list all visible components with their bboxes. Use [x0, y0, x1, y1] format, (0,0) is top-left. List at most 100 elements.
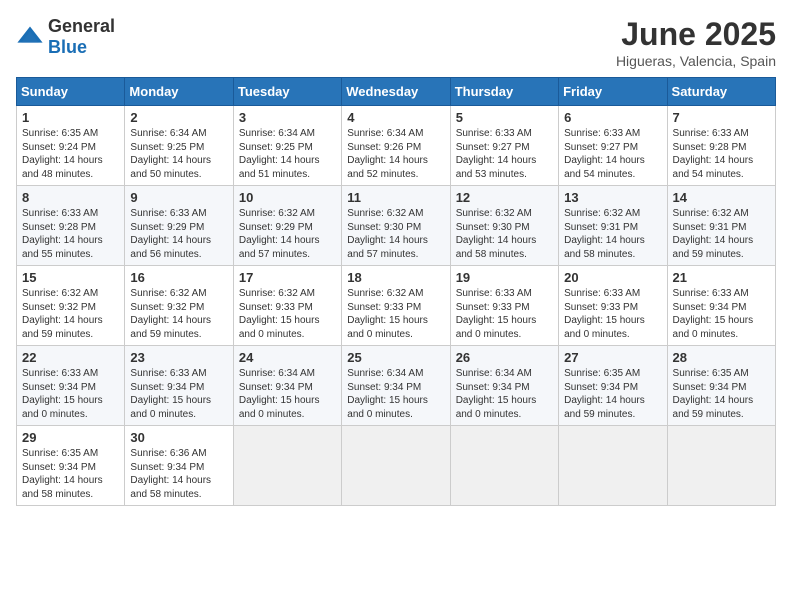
- calendar-cell: 1 Sunrise: 6:35 AMSunset: 9:24 PMDaylight…: [17, 106, 125, 186]
- page-header: General Blue June 2025 Higueras, Valenci…: [16, 16, 776, 69]
- day-number: 24: [239, 350, 336, 365]
- day-info: Sunrise: 6:35 AMSunset: 9:24 PMDaylight:…: [22, 127, 119, 181]
- calendar-cell: 13Sunrise: 6:32 AMSunset: 9:31 PMDayligh…: [559, 186, 667, 266]
- day-number: 18: [347, 270, 444, 285]
- title-area: June 2025 Higueras, Valencia, Spain: [616, 16, 776, 69]
- day-info: Sunrise: 6:32 AMSunset: 9:32 PMDaylight:…: [22, 287, 119, 341]
- calendar-row: 8 Sunrise: 6:33 AMSunset: 9:28 PMDaylight…: [17, 186, 776, 266]
- calendar-cell: [667, 426, 775, 506]
- calendar-cell: 8 Sunrise: 6:33 AMSunset: 9:28 PMDaylight…: [17, 186, 125, 266]
- calendar-cell: 11Sunrise: 6:32 AMSunset: 9:30 PMDayligh…: [342, 186, 450, 266]
- calendar-row: 29 Sunrise: 6:35 AMSunset: 9:34 PMDayligh…: [17, 426, 776, 506]
- day-number: 28: [673, 350, 770, 365]
- calendar-cell: [450, 426, 558, 506]
- day-info: Sunrise: 6:33 AMSunset: 9:28 PMDaylight:…: [22, 207, 119, 261]
- day-number: 2: [130, 110, 227, 125]
- day-info: Sunrise: 6:32 AMSunset: 9:29 PMDaylight:…: [239, 207, 336, 261]
- day-info: Sunrise: 6:33 AMSunset: 9:34 PMDaylight:…: [673, 287, 770, 341]
- calendar-cell: 19Sunrise: 6:33 AMSunset: 9:33 PMDayligh…: [450, 266, 558, 346]
- day-number: 10: [239, 190, 336, 205]
- day-number: 29: [22, 430, 119, 445]
- day-info: Sunrise: 6:34 AMSunset: 9:34 PMDaylight:…: [239, 367, 336, 421]
- day-number: 20: [564, 270, 661, 285]
- day-info: Sunrise: 6:33 AMSunset: 9:27 PMDaylight:…: [456, 127, 553, 181]
- month-title: June 2025: [616, 16, 776, 53]
- calendar-cell: 26 Sunrise: 6:34 AMSunset: 9:34 PMDayligh…: [450, 346, 558, 426]
- calendar-cell: 9 Sunrise: 6:33 AMSunset: 9:29 PMDaylight…: [125, 186, 233, 266]
- header-sunday: Sunday: [17, 78, 125, 106]
- day-info: Sunrise: 6:34 AMSunset: 9:34 PMDaylight:…: [456, 367, 553, 421]
- logo-general: General: [48, 16, 115, 36]
- day-info: Sunrise: 6:33 AMSunset: 9:34 PMDaylight:…: [130, 367, 227, 421]
- calendar-row: 22 Sunrise: 6:33 AMSunset: 9:34 PMDayligh…: [17, 346, 776, 426]
- day-info: Sunrise: 6:34 AMSunset: 9:25 PMDaylight:…: [130, 127, 227, 181]
- day-number: 14: [673, 190, 770, 205]
- day-number: 22: [22, 350, 119, 365]
- day-number: 4: [347, 110, 444, 125]
- day-number: 23: [130, 350, 227, 365]
- day-number: 7: [673, 110, 770, 125]
- location-title: Higueras, Valencia, Spain: [616, 53, 776, 69]
- day-info: Sunrise: 6:33 AMSunset: 9:29 PMDaylight:…: [130, 207, 227, 261]
- header-thursday: Thursday: [450, 78, 558, 106]
- day-number: 6: [564, 110, 661, 125]
- day-number: 17: [239, 270, 336, 285]
- calendar-cell: 28Sunrise: 6:35 AMSunset: 9:34 PMDayligh…: [667, 346, 775, 426]
- day-info: Sunrise: 6:32 AMSunset: 9:33 PMDaylight:…: [347, 287, 444, 341]
- day-info: Sunrise: 6:34 AMSunset: 9:34 PMDaylight:…: [347, 367, 444, 421]
- day-info: Sunrise: 6:34 AMSunset: 9:25 PMDaylight:…: [239, 127, 336, 181]
- calendar-cell: 2 Sunrise: 6:34 AMSunset: 9:25 PMDaylight…: [125, 106, 233, 186]
- day-info: Sunrise: 6:35 AMSunset: 9:34 PMDaylight:…: [22, 447, 119, 501]
- calendar-cell: 23 Sunrise: 6:33 AMSunset: 9:34 PMDayligh…: [125, 346, 233, 426]
- calendar-cell: 24 Sunrise: 6:34 AMSunset: 9:34 PMDayligh…: [233, 346, 341, 426]
- day-info: Sunrise: 6:32 AMSunset: 9:32 PMDaylight:…: [130, 287, 227, 341]
- logo-icon: [16, 23, 44, 51]
- calendar-cell: 22Sunrise: 6:33 AMSunset: 9:34 PMDayligh…: [17, 346, 125, 426]
- day-info: Sunrise: 6:32 AMSunset: 9:33 PMDaylight:…: [239, 287, 336, 341]
- day-number: 26: [456, 350, 553, 365]
- calendar-table: SundayMondayTuesdayWednesdayThursdayFrid…: [16, 77, 776, 506]
- day-info: Sunrise: 6:32 AMSunset: 9:30 PMDaylight:…: [456, 207, 553, 261]
- day-number: 12: [456, 190, 553, 205]
- calendar-cell: 29 Sunrise: 6:35 AMSunset: 9:34 PMDayligh…: [17, 426, 125, 506]
- header-friday: Friday: [559, 78, 667, 106]
- header-monday: Monday: [125, 78, 233, 106]
- calendar-cell: 6Sunrise: 6:33 AMSunset: 9:27 PMDaylight…: [559, 106, 667, 186]
- calendar-cell: 27 Sunrise: 6:35 AMSunset: 9:34 PMDayligh…: [559, 346, 667, 426]
- day-info: Sunrise: 6:36 AMSunset: 9:34 PMDaylight:…: [130, 447, 227, 501]
- calendar-cell: 10 Sunrise: 6:32 AMSunset: 9:29 PMDayligh…: [233, 186, 341, 266]
- calendar-cell: 5Sunrise: 6:33 AMSunset: 9:27 PMDaylight…: [450, 106, 558, 186]
- day-number: 1: [22, 110, 119, 125]
- day-info: Sunrise: 6:33 AMSunset: 9:33 PMDaylight:…: [564, 287, 661, 341]
- calendar-cell: 4 Sunrise: 6:34 AMSunset: 9:26 PMDaylight…: [342, 106, 450, 186]
- calendar-cell: [559, 426, 667, 506]
- day-number: 11: [347, 190, 444, 205]
- calendar-cell: 30 Sunrise: 6:36 AMSunset: 9:34 PMDayligh…: [125, 426, 233, 506]
- calendar-cell: 15 Sunrise: 6:32 AMSunset: 9:32 PMDayligh…: [17, 266, 125, 346]
- calendar-cell: 3 Sunrise: 6:34 AMSunset: 9:25 PMDaylight…: [233, 106, 341, 186]
- day-number: 13: [564, 190, 661, 205]
- calendar-cell: 18 Sunrise: 6:32 AMSunset: 9:33 PMDayligh…: [342, 266, 450, 346]
- day-number: 9: [130, 190, 227, 205]
- calendar-row: 15 Sunrise: 6:32 AMSunset: 9:32 PMDayligh…: [17, 266, 776, 346]
- calendar-cell: 7Sunrise: 6:33 AMSunset: 9:28 PMDaylight…: [667, 106, 775, 186]
- day-info: Sunrise: 6:35 AMSunset: 9:34 PMDaylight:…: [564, 367, 661, 421]
- day-number: 30: [130, 430, 227, 445]
- header-row: SundayMondayTuesdayWednesdayThursdayFrid…: [17, 78, 776, 106]
- day-number: 15: [22, 270, 119, 285]
- day-number: 27: [564, 350, 661, 365]
- header-saturday: Saturday: [667, 78, 775, 106]
- day-number: 8: [22, 190, 119, 205]
- day-number: 3: [239, 110, 336, 125]
- day-number: 21: [673, 270, 770, 285]
- day-number: 16: [130, 270, 227, 285]
- calendar-cell: 14 Sunrise: 6:32 AMSunset: 9:31 PMDayligh…: [667, 186, 775, 266]
- calendar-row: 1 Sunrise: 6:35 AMSunset: 9:24 PMDaylight…: [17, 106, 776, 186]
- calendar-cell: 16 Sunrise: 6:32 AMSunset: 9:32 PMDayligh…: [125, 266, 233, 346]
- calendar-cell: 25Sunrise: 6:34 AMSunset: 9:34 PMDayligh…: [342, 346, 450, 426]
- day-info: Sunrise: 6:32 AMSunset: 9:31 PMDaylight:…: [673, 207, 770, 261]
- day-info: Sunrise: 6:34 AMSunset: 9:26 PMDaylight:…: [347, 127, 444, 181]
- logo: General Blue: [16, 16, 115, 58]
- day-info: Sunrise: 6:33 AMSunset: 9:33 PMDaylight:…: [456, 287, 553, 341]
- calendar-cell: 12 Sunrise: 6:32 AMSunset: 9:30 PMDayligh…: [450, 186, 558, 266]
